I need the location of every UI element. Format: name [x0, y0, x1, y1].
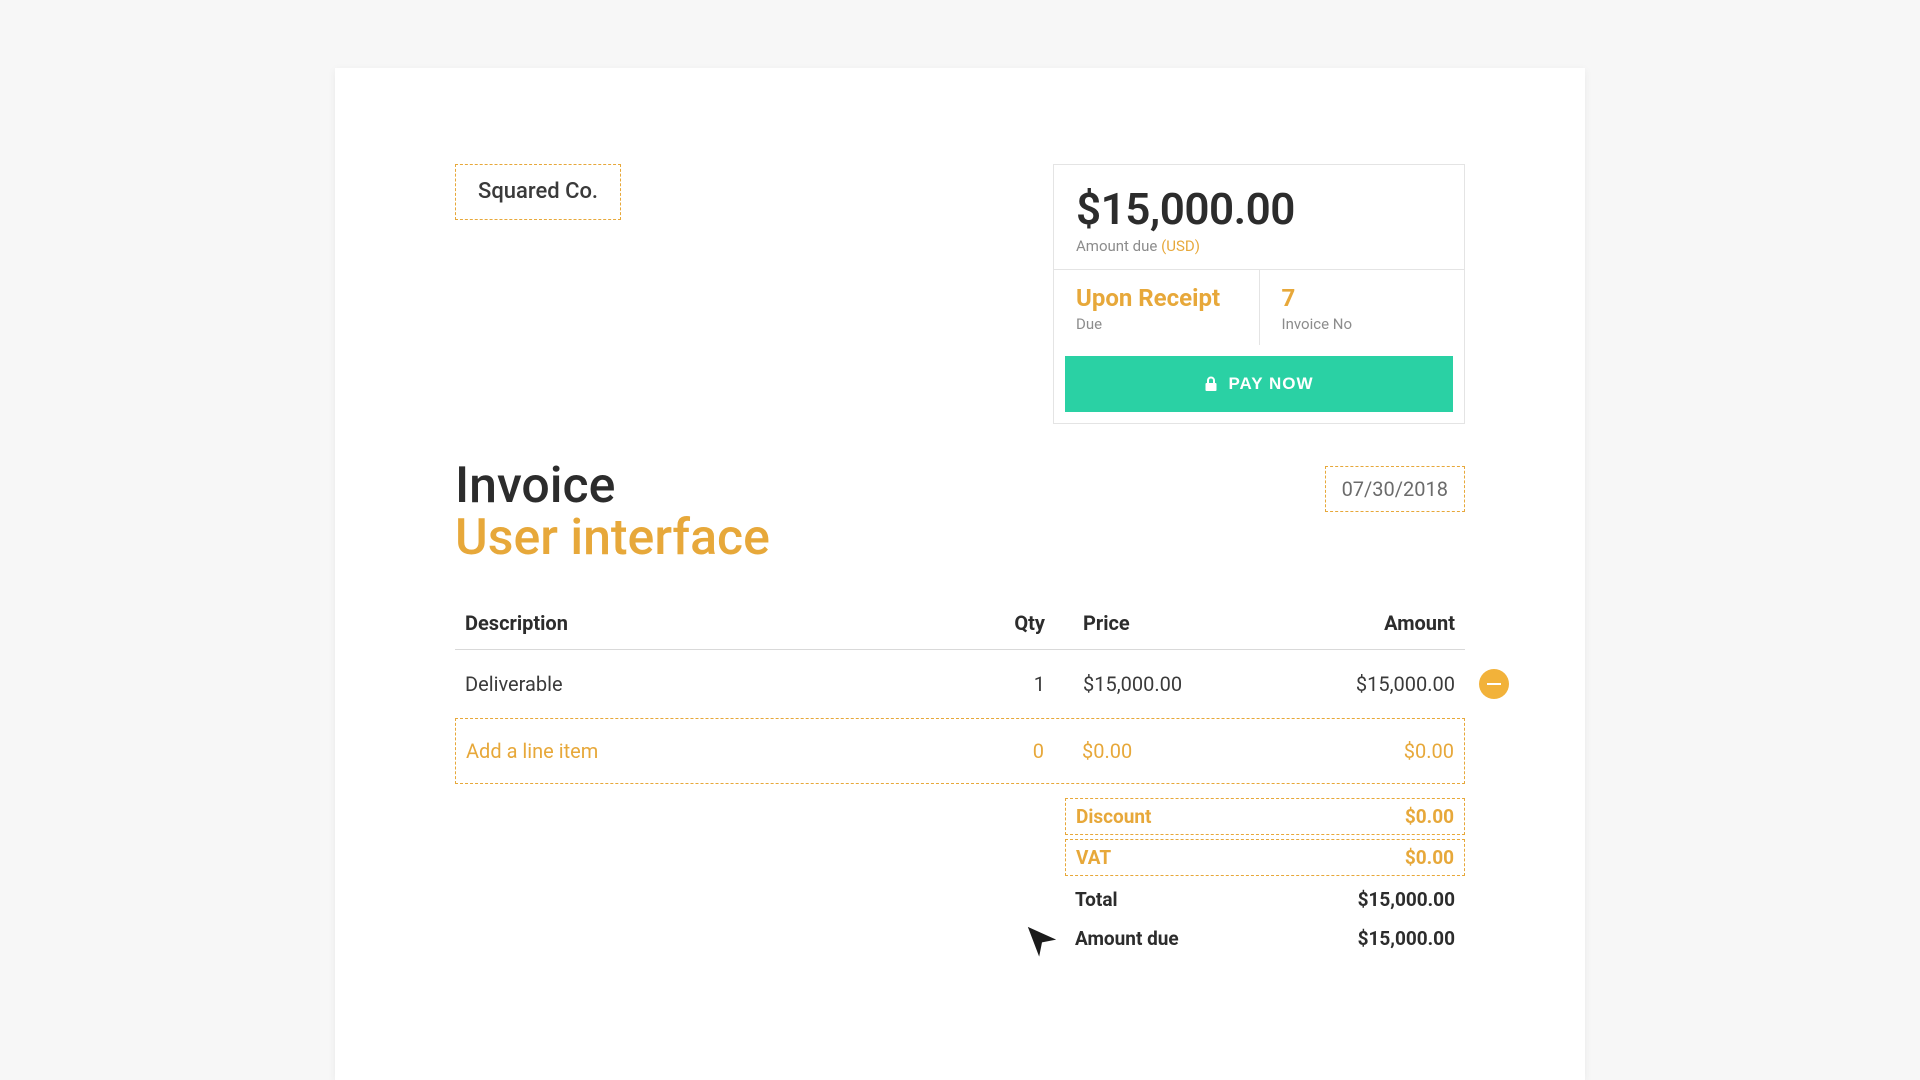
discount-row[interactable]: Discount $0.00	[1065, 798, 1465, 835]
row-description[interactable]: Deliverable	[465, 672, 965, 696]
amount-due-row-value: $15,000.00	[1358, 927, 1455, 950]
due-label: Due	[1076, 315, 1237, 333]
amount-due-row-label: Amount due	[1075, 927, 1179, 950]
invoice-heading: Invoice	[455, 460, 770, 513]
row-amount: $15,000.00	[1255, 672, 1455, 696]
vat-row[interactable]: VAT $0.00	[1065, 839, 1465, 876]
add-line-item-label[interactable]: Add a line item	[466, 739, 964, 763]
row-price[interactable]: $15,000.00	[1055, 672, 1255, 696]
add-line-item-box[interactable]: Add a line item 0 $0.00 $0.00	[455, 718, 1465, 784]
currency-label: (USD)	[1161, 237, 1200, 255]
header-description: Description	[465, 611, 965, 635]
vat-label: VAT	[1076, 846, 1111, 869]
add-line-item-qty[interactable]: 0	[964, 739, 1054, 763]
company-name-field[interactable]: Squared Co.	[455, 164, 621, 220]
add-line-item-row[interactable]: Add a line item 0 $0.00 $0.00	[456, 719, 1464, 783]
invoice-no-label: Invoice No	[1282, 315, 1443, 333]
due-cell[interactable]: Upon Receipt Due	[1054, 270, 1259, 345]
totals-block: Discount $0.00 VAT $0.00 Total $15,000.0…	[455, 798, 1465, 958]
amount-due-row: Amount due $15,000.00	[1065, 919, 1465, 958]
title-block: Invoice User interface	[455, 460, 770, 565]
vat-value[interactable]: $0.00	[1405, 846, 1454, 869]
total-label: Total	[1075, 888, 1118, 911]
line-items-table: Description Qty Price Amount Deliverable…	[455, 611, 1465, 784]
total-value: $15,000.00	[1358, 888, 1455, 911]
invoice-date-field[interactable]: 07/30/2018	[1325, 466, 1465, 512]
summary-box: $15,000.00 Amount due (USD) Upon Receipt…	[1053, 164, 1465, 424]
add-line-item-amount: $0.00	[1254, 739, 1454, 763]
remove-row-button[interactable]	[1479, 669, 1509, 699]
due-value: Upon Receipt	[1076, 284, 1237, 313]
pay-now-label: PAY NOW	[1228, 374, 1313, 394]
invoice-no-cell[interactable]: 7 Invoice No	[1259, 270, 1465, 345]
amount-due-value: $15,000.00	[1076, 183, 1442, 235]
total-row: Total $15,000.00	[1065, 880, 1465, 919]
header-price: Price	[1055, 611, 1255, 635]
table-row[interactable]: Deliverable 1 $15,000.00 $15,000.00	[455, 650, 1465, 718]
summary-amount: $15,000.00 Amount due (USD)	[1054, 165, 1464, 269]
discount-value[interactable]: $0.00	[1405, 805, 1454, 828]
summary-mid: Upon Receipt Due 7 Invoice No	[1054, 269, 1464, 345]
add-line-item-price[interactable]: $0.00	[1054, 739, 1254, 763]
table-header: Description Qty Price Amount	[455, 611, 1465, 650]
totals-inner: Discount $0.00 VAT $0.00 Total $15,000.0…	[1065, 798, 1465, 958]
title-row: Invoice User interface 07/30/2018	[455, 460, 1465, 565]
pay-wrap: PAY NOW	[1054, 345, 1464, 423]
row-qty[interactable]: 1	[965, 672, 1055, 696]
header-qty: Qty	[965, 611, 1055, 635]
lock-icon	[1204, 376, 1218, 392]
invoice-sheet: Squared Co. $15,000.00 Amount due (USD) …	[335, 68, 1585, 1080]
pay-now-button[interactable]: PAY NOW	[1065, 356, 1453, 412]
amount-due-text: Amount due	[1076, 237, 1157, 255]
header-amount: Amount	[1255, 611, 1455, 635]
invoice-no-value: 7	[1282, 284, 1443, 313]
top-row: Squared Co. $15,000.00 Amount due (USD) …	[455, 164, 1465, 424]
page: Squared Co. $15,000.00 Amount due (USD) …	[0, 0, 1920, 1080]
minus-icon	[1487, 683, 1501, 685]
invoice-subheading[interactable]: User interface	[455, 512, 770, 565]
discount-label: Discount	[1076, 805, 1151, 828]
amount-due-label: Amount due (USD)	[1076, 237, 1442, 255]
